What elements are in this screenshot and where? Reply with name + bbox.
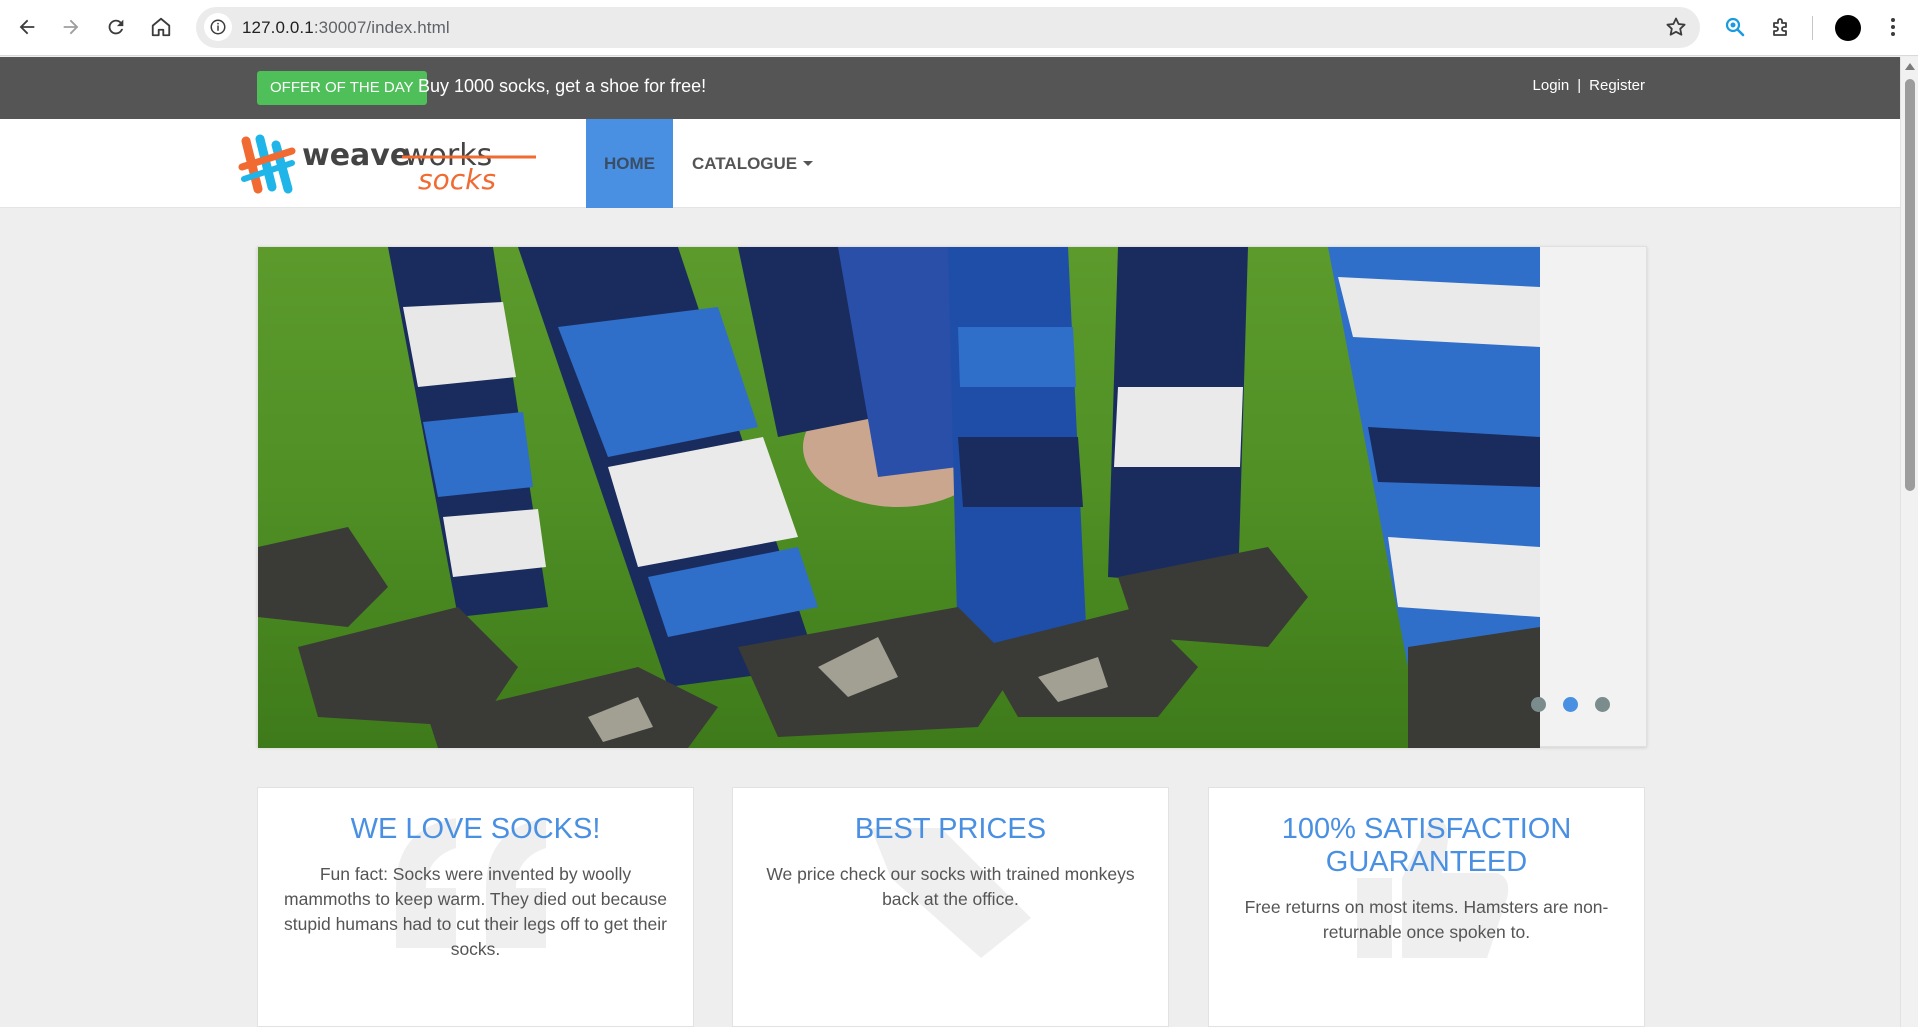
url-host: 127.0.0.1 — [242, 18, 314, 37]
feature-box-love-socks: WE LOVE SOCKS! Fun fact: Socks were inve… — [257, 787, 694, 1027]
home-icon — [151, 17, 171, 37]
bookmark-star-icon[interactable] — [1664, 15, 1688, 44]
profile-avatar[interactable] — [1835, 15, 1861, 41]
svg-text:weave: weave — [302, 138, 410, 173]
feature-text: Fun fact: Socks were invented by woolly … — [284, 864, 667, 959]
browser-toolbar: 127.0.0.1:30007/index.html — [0, 0, 1918, 56]
carousel-slide-image — [258, 247, 1540, 748]
offer-badge[interactable]: OFFER OF THE DAY — [257, 71, 427, 105]
arrow-right-icon — [63, 19, 79, 35]
nav-catalogue[interactable]: CATALOGUE — [692, 119, 814, 208]
url-path: :30007/index.html — [313, 18, 450, 37]
carousel-dot-3[interactable] — [1595, 697, 1610, 712]
feature-box-satisfaction: 100% SATISFACTION GUARANTEED Free return… — [1208, 787, 1645, 1027]
reload-button[interactable] — [99, 10, 133, 44]
menu-kebab-icon[interactable] — [1876, 10, 1910, 44]
extensions-puzzle-icon[interactable] — [1764, 10, 1798, 44]
main-navigation: weave works socks HOME CATALOGUE — [0, 119, 1900, 208]
nav-catalogue-label: CATALOGUE — [692, 153, 798, 173]
auth-separator: | — [1577, 77, 1582, 94]
address-bar[interactable]: 127.0.0.1:30007/index.html — [196, 7, 1700, 48]
scrollbar-thumb[interactable] — [1905, 79, 1915, 491]
offer-text: Buy 1000 socks, get a shoe for free! — [418, 76, 707, 96]
toolbar-divider — [1812, 16, 1813, 40]
carousel-dot-2[interactable] — [1563, 697, 1578, 712]
extension-search-icon[interactable] — [1718, 10, 1752, 44]
feature-text: Free returns on most items. Hamsters are… — [1244, 897, 1609, 942]
auth-links: Login | Register — [1533, 77, 1645, 94]
feature-title: WE LOVE SOCKS! — [350, 813, 601, 845]
svg-text:socks: socks — [418, 163, 496, 196]
carousel-dot-1[interactable] — [1531, 697, 1546, 712]
back-button[interactable] — [10, 10, 44, 44]
feature-box-best-prices: BEST PRICES We price check our socks wit… — [732, 787, 1169, 1027]
login-link[interactable]: Login — [1533, 77, 1570, 94]
feature-title: BEST PRICES — [854, 813, 1047, 845]
reload-icon — [108, 19, 124, 35]
site-info-icon[interactable] — [204, 13, 232, 41]
arrow-left-icon — [19, 19, 35, 35]
feature-text: We price check our socks with trained mo… — [766, 864, 1135, 909]
carousel-indicators — [1531, 697, 1610, 712]
nav-home[interactable]: HOME — [586, 119, 673, 208]
page-viewport: OFFER OF THE DAY Buy 1000 socks, get a s… — [0, 57, 1900, 1027]
weaveworks-socks-logo[interactable]: weave works socks — [236, 131, 536, 197]
scroll-up-arrow-icon[interactable] — [1905, 63, 1915, 70]
register-link[interactable]: Register — [1589, 77, 1645, 94]
url-text: 127.0.0.1:30007/index.html — [242, 18, 450, 38]
home-button[interactable] — [144, 10, 178, 44]
caret-down-icon — [803, 161, 814, 166]
forward-button[interactable] — [54, 10, 88, 44]
page-scrollbar[interactable] — [1900, 57, 1918, 1027]
offer-bar: OFFER OF THE DAY Buy 1000 socks, get a s… — [0, 57, 1900, 119]
feature-title: 100% SATISFACTION GUARANTEED — [1281, 813, 1572, 878]
hero-carousel[interactable] — [257, 246, 1647, 748]
